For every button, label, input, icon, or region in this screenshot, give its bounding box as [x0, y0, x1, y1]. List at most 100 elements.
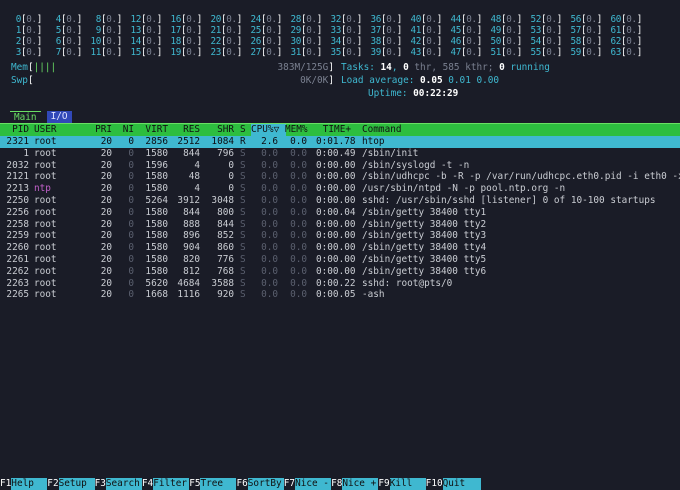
table-row[interactable]: 2258 root 20 0 1580 888 844 S 0.0 0.0 0:00.00/sbin…	[0, 219, 680, 231]
fkey-f7[interactable]: F7	[283, 478, 296, 490]
cell-virt: 5620	[145, 277, 168, 289]
table-row[interactable]: 1 root 20 0 1580 844 796 S 0.0 0.0 0:00.49/sbin/in…	[0, 148, 680, 160]
col-time[interactable]: TIME+	[316, 124, 351, 136]
cpu-index: 36	[370, 14, 382, 25]
cell-shr: 844	[217, 218, 234, 230]
fkey-f6[interactable]: F6	[236, 478, 248, 490]
fkey-label-search[interactable]: Search	[105, 478, 142, 490]
col-command[interactable]: Command	[362, 124, 402, 136]
cpu-value: 0.	[546, 36, 557, 47]
cpu-meter: 39[0.]	[370, 47, 403, 58]
cpu-value: 0.	[346, 14, 357, 25]
cell-shr: 0	[228, 171, 234, 183]
cell-time: 0:00.00	[316, 253, 356, 265]
cell-cmd: sshd: root@pts/0	[362, 277, 453, 289]
tab-io[interactable]: I/O	[46, 111, 72, 123]
cell-pri: 20	[100, 159, 112, 171]
cpu-meter: 23[0.]	[210, 47, 243, 58]
cell-s: S	[240, 242, 246, 254]
cell-shr: 3588	[211, 277, 234, 289]
fkey-f4[interactable]: F4	[141, 478, 154, 490]
fkey-f9[interactable]: F9	[378, 478, 390, 490]
table-row[interactable]: 2259 root 20 0 1580 896 852 S 0.0 0.0 0:00.00/sbin…	[0, 230, 680, 242]
cpu-value: 0.	[306, 25, 317, 36]
cell-virt: 1580	[145, 147, 168, 159]
col-pri[interactable]: PRI	[90, 124, 112, 136]
cell-cpu: 0.0	[261, 242, 278, 254]
cell-cmd: /sbin/udhcpc -b -R -p /var/run/udhcpc.et…	[362, 171, 680, 183]
cpu-value: 0.	[466, 25, 477, 36]
cell-cmd: /sbin/syslogd -t -n	[362, 159, 470, 171]
cell-user: root	[34, 194, 57, 206]
cpu-meter: 9[0.]	[95, 25, 123, 36]
fkey-label-filter[interactable]: Filter	[153, 478, 190, 490]
cpu-value: 0.	[106, 36, 117, 47]
cell-pid: 2265	[6, 289, 29, 301]
fkey-label-setup[interactable]: Setup	[58, 478, 95, 490]
cell-pri: 20	[100, 136, 112, 147]
fkey-f3[interactable]: F3	[94, 478, 106, 490]
cpu-value: 0.	[546, 14, 557, 25]
mem-bar: [||||	[27, 62, 57, 73]
table-row[interactable]: 2032 root 20 0 1596 4 0 S 0.0 0.0 0:00.00/sbin/sys…	[0, 160, 680, 172]
table-row[interactable]: 2265 root 20 0 1668 1116 920 S 0.0 0.0 0:00.05 -ash	[0, 289, 680, 301]
fkey-label-kill[interactable]: Kill	[389, 478, 426, 490]
cpu-value: 0.	[186, 36, 197, 47]
fkey-label-nice-[interactable]: Nice +	[342, 478, 379, 490]
cpu-meter: 6[0.]	[55, 36, 83, 47]
table-row[interactable]: 2260 root 20 0 1580 904 860 S 0.0 0.0 0:00.00/sbin…	[0, 242, 680, 254]
col-pid[interactable]: PID	[2, 124, 29, 136]
cpu-index: 18	[170, 36, 182, 47]
fkey-label-quit[interactable]: Quit	[442, 478, 481, 490]
table-row[interactable]: 2256 root 20 0 1580 844 800 S 0.0 0.0 0:00.04/sbin…	[0, 207, 680, 219]
col-state[interactable]: S	[240, 124, 246, 136]
table-row[interactable]: 2262 root 20 0 1580 812 768 S 0.0 0.0 0:00.00/sbin…	[0, 266, 680, 278]
col-shr[interactable]: SHR	[206, 124, 234, 136]
cell-pri: 20	[100, 242, 112, 254]
fkey-f5[interactable]: F5	[189, 478, 201, 490]
cell-cmd: /sbin/getty 38400 tty6	[362, 265, 487, 277]
col-virt[interactable]: VIRT	[140, 124, 168, 136]
cpu-index: 15	[130, 47, 142, 58]
sort-desc-icon: ▽	[273, 124, 280, 135]
table-row[interactable]: 2263 root 20 0 5620 4684 3588 S 0.0 0.0 0:00.22 ssh…	[0, 278, 680, 290]
fkey-label-help[interactable]: Help	[11, 478, 48, 490]
cpu-value: 0.	[426, 36, 437, 47]
cell-user: root	[34, 159, 57, 171]
fkey-label-nice-[interactable]: Nice -	[295, 478, 332, 490]
cell-res: 4	[194, 159, 200, 171]
cell-user: root	[34, 218, 57, 230]
table-row[interactable]: 2261 root 20 0 1580 820 776 S 0.0 0.0 0:00.00/sbin…	[0, 254, 680, 266]
table-row[interactable]: 2121 root 20 0 1580 48 0 S 0.0 0.0 0:00.00/sbin/ud…	[0, 171, 680, 183]
col-ni[interactable]: NI	[118, 124, 134, 136]
cpu-index: 29	[290, 25, 302, 36]
col-mem[interactable]: MEM%	[285, 124, 308, 136]
fkey-f10[interactable]: F10	[425, 478, 443, 490]
table-row-selected[interactable]: 2321 root 20 0 2856 2512 1084 R 2.6 0.0 0:01.78 hto…	[0, 136, 680, 148]
cell-time: 0:00.00	[316, 230, 356, 242]
cell-virt: 1580	[145, 206, 168, 218]
cpu-meter: 25[0.]	[250, 25, 283, 36]
fkey-label-sortby[interactable]: SortBy	[247, 478, 284, 490]
cpu-value: 0.	[386, 47, 397, 58]
cpu-meter: 28[0.]	[290, 14, 323, 25]
cell-virt: 1580	[145, 253, 168, 265]
table-row[interactable]: 2213 ntp 20 0 1580 4 0 S 0.0 0.0 0:00.00/usr/sbin/…	[0, 183, 680, 195]
col-cpu-sorted[interactable]: CPU%▽	[251, 124, 286, 136]
fkey-label-tree[interactable]: Tree	[200, 478, 237, 490]
fkey-f8[interactable]: F8	[331, 478, 343, 490]
cell-res: 896	[183, 230, 200, 242]
col-res[interactable]: RES	[172, 124, 200, 136]
cpu-index: 16	[170, 14, 182, 25]
cell-res: 812	[183, 265, 200, 277]
cpu-value: 0.	[226, 36, 237, 47]
cpu-index: 21	[210, 25, 222, 36]
col-user[interactable]: USER	[34, 124, 57, 136]
cell-ni: 0	[128, 289, 134, 301]
table-row[interactable]: 2250 root 20 0 5264 3912 3048 S 0.0 0.0 0:00.00 ssh…	[0, 195, 680, 207]
fkey-f2[interactable]: F2	[47, 478, 59, 490]
cpu-index: 26	[250, 36, 262, 47]
cpu-value: 0.	[106, 25, 117, 36]
cell-res: 48	[188, 171, 200, 183]
fkey-f1[interactable]: F1	[0, 478, 12, 490]
